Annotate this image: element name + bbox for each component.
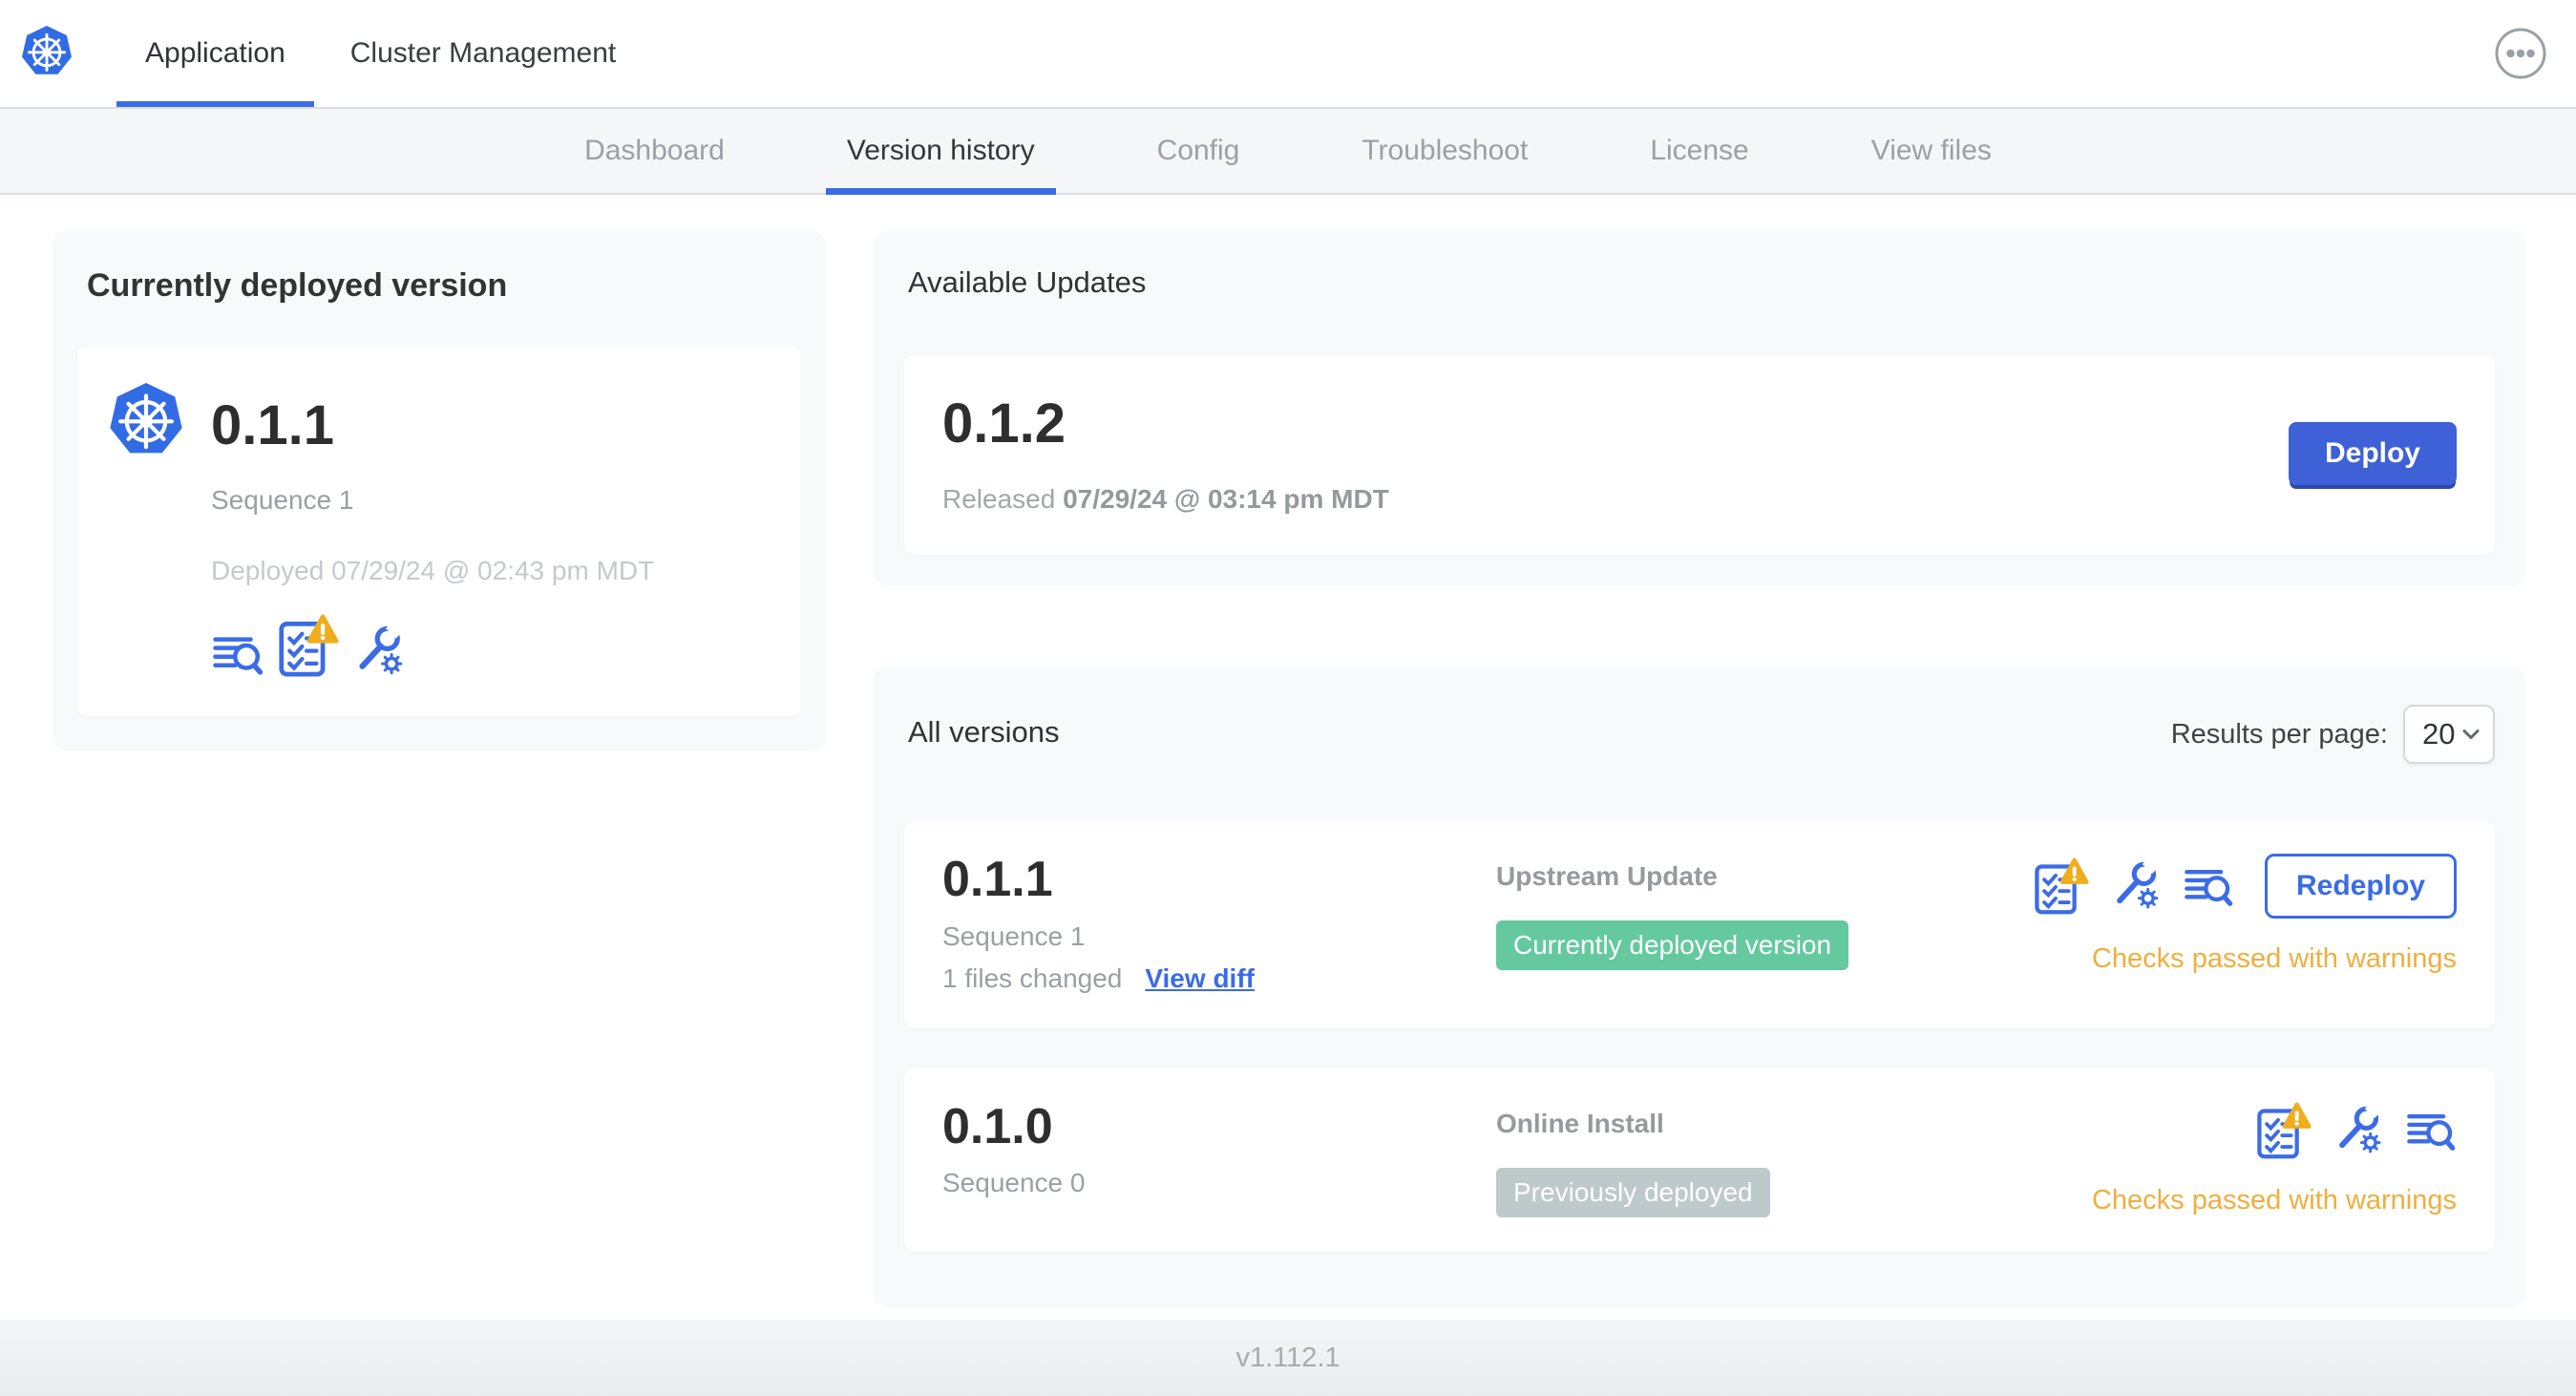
available-updates-title: Available Updates [908,265,1147,299]
header-tab-cluster-management[interactable]: Cluster Management [318,0,648,107]
row-files-changed: 1 files changed [942,962,1123,993]
update-version-number: 0.1.2 [942,392,1066,455]
deploy-button[interactable]: Deploy [2288,421,2457,485]
results-per-page-value: 20 [2422,717,2456,751]
tab-version-history[interactable]: Version history [786,109,1096,195]
all-versions-title: All versions [908,715,1060,749]
tab-dashboard[interactable]: Dashboard [523,109,786,193]
row-sequence: Sequence 0 [942,1168,1086,1198]
released-prefix: Released [942,484,1056,514]
right-column: Available Updates 0.1.2 Released 07/29/2… [874,231,2525,1307]
row-version-number: 0.1.1 [942,852,1053,907]
kubernetes-app-icon [106,381,186,470]
version-row-0-1-1: 0.1.1 Sequence 1 1 files changed View di… [904,821,2495,1028]
edit-config-icon[interactable] [2110,853,2164,912]
header-tabs: Application Cluster Management [113,0,648,107]
header-tab-application-label: Application [145,37,285,69]
deployed-version-card: 0.1.1 Sequence 1 Deployed 07/29/24 @ 02:… [77,347,801,716]
tab-troubleshoot-label: Troubleshoot [1362,135,1529,166]
row-version-number: 0.1.0 [942,1098,1053,1154]
currently-deployed-card: Currently deployed version 0.1.1 Sequenc… [53,231,826,751]
app-footer: v1.112.1 [0,1320,2576,1396]
app-subnav: Dashboard Version history Config Trouble… [0,107,2576,195]
all-versions-card: All versions Results per page: 20 0.1.1 … [874,666,2525,1307]
console-version: v1.112.1 [1235,1342,1341,1373]
edit-config-icon[interactable] [2333,1097,2386,1156]
checks-status-text: Checks passed with warnings [2091,1184,2457,1216]
currently-deployed-title: Currently deployed version [87,267,508,304]
checks-status-text: Checks passed with warnings [2091,943,2457,974]
update-released-line: Released 07/29/24 @ 03:14 pm MDT [942,484,1389,515]
tab-troubleshoot[interactable]: Troubleshoot [1300,109,1589,193]
update-row: 0.1.2 Released 07/29/24 @ 03:14 pm MDT D… [904,355,2495,555]
preflight-checks-warning-icon[interactable] [278,613,339,678]
deployed-version-number: 0.1.1 [211,394,334,456]
preflight-checks-warning-icon[interactable] [2256,1101,2312,1160]
status-badge-previously-deployed: Previously deployed [1496,1167,1770,1217]
tab-view-files-label: View files [1870,135,1992,166]
released-date: 07/29/24 @ 03:14 pm MDT [1063,484,1389,514]
deployed-sequence: Sequence 1 [211,485,354,515]
edit-config-icon[interactable] [352,617,408,678]
available-updates-card: Available Updates 0.1.2 Released 07/29/2… [874,231,2525,585]
view-diff-link[interactable]: View diff [1145,963,1255,994]
tab-license-label: License [1650,135,1749,166]
chevron-down-icon [2462,730,2480,739]
row-sequence: Sequence 1 [942,920,1086,951]
tab-config-label: Config [1156,135,1240,166]
release-notes-icon[interactable] [211,630,264,678]
tab-config[interactable]: Config [1096,109,1301,193]
version-row-0-1-0: 0.1.0 Sequence 0 Online Install Previous… [904,1068,2495,1252]
header-tab-application[interactable]: Application [113,0,318,107]
tab-view-files[interactable]: View files [1810,109,2053,193]
row-source: Upstream Update [1496,861,1718,891]
kubernetes-logo-icon [19,24,74,83]
deployed-timestamp: Deployed 07/29/24 @ 02:43 pm MDT [211,556,655,585]
ellipsis-menu-icon[interactable] [2494,27,2547,80]
redeploy-button[interactable]: Redeploy [2264,854,2457,919]
status-badge-currently-deployed: Currently deployed version [1496,920,1849,970]
tab-license[interactable]: License [1589,109,1809,193]
results-per-page-label: Results per page: [2170,718,2388,750]
main-content: Currently deployed version 0.1.1 Sequenc… [0,195,2576,1307]
row-source: Online Install [1496,1108,1664,1138]
preflight-checks-warning-icon[interactable] [2034,857,2089,916]
release-notes-icon[interactable] [2183,863,2234,909]
tab-dashboard-label: Dashboard [584,135,725,166]
release-notes-icon[interactable] [2405,1108,2457,1153]
app-header: Application Cluster Management [0,0,2576,107]
tab-version-history-label: Version history [846,135,1035,166]
header-tab-cluster-management-label: Cluster Management [349,37,617,69]
results-per-page-select[interactable]: 20 [2403,705,2495,764]
